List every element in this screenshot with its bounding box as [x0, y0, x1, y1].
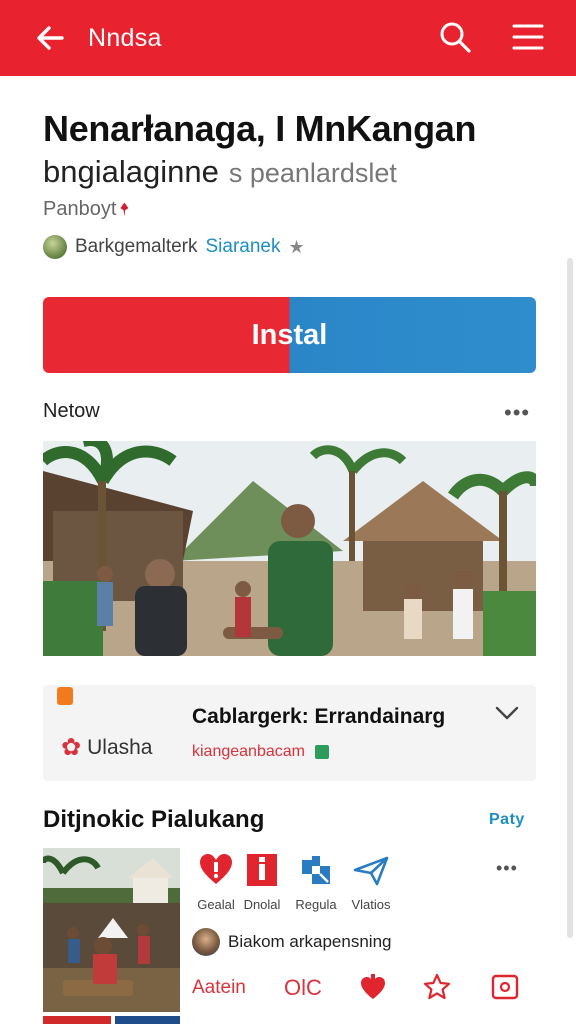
- post-thumbnail[interactable]: [43, 848, 180, 1012]
- download-heart-icon[interactable]: [358, 972, 388, 1002]
- rating-tag[interactable]: Siaranek: [206, 236, 281, 258]
- admin-label[interactable]: Aatein: [192, 977, 246, 999]
- card-title: Cablargerk: Errandainarg: [192, 705, 446, 728]
- chevron-down-icon[interactable]: [495, 705, 519, 721]
- action-rules[interactable]: Regula: [292, 852, 340, 912]
- more-options-icon[interactable]: •••: [504, 400, 530, 426]
- puzzle-icon: [302, 856, 330, 884]
- rating-label: Barkgemalterk: [75, 236, 198, 257]
- verified-icon: [314, 745, 329, 759]
- market-scene-image: [43, 848, 180, 1012]
- app-screenshot[interactable]: [43, 441, 536, 656]
- app-subtitle: bngialaginne s peanlardslet: [43, 154, 397, 190]
- card-brand-label: Ulasha: [87, 735, 153, 759]
- village-scene-image: [43, 441, 536, 656]
- hamburger-menu-icon[interactable]: [512, 22, 544, 52]
- section-link[interactable]: Paty: [489, 811, 525, 829]
- install-button[interactable]: Instal: [43, 297, 536, 373]
- info-card[interactable]: ✿ Ulasha Cablargerk: Errandainarg kiange…: [43, 685, 536, 781]
- rating-row: Barkgemalterk Siaranek ★: [43, 234, 305, 260]
- info-box-icon: [247, 854, 277, 886]
- developer-name: Panboyt: [43, 198, 117, 220]
- developer-link[interactable]: Panboyt: [43, 198, 129, 221]
- card-subtitle: kiangeanbacam: [192, 743, 329, 761]
- action-like[interactable]: Gealal: [192, 852, 240, 912]
- reviewer-avatar: [192, 928, 220, 956]
- star-outline-icon[interactable]: [422, 972, 452, 1002]
- action-share-label: Vlatios: [351, 897, 391, 912]
- subtitle-main: bngialaginne: [43, 154, 219, 189]
- star-icon: ★: [288, 236, 305, 257]
- developer-avatar: [43, 235, 67, 259]
- action-info-label: Dnolal: [243, 897, 281, 912]
- review-text: Biakom arkapensning: [228, 932, 392, 951]
- app-bar: Nndsa: [0, 0, 576, 76]
- review-row[interactable]: Biakom arkapensning: [192, 928, 391, 956]
- engagement-row: Aatein OlC: [192, 972, 532, 1006]
- heart-icon: [200, 854, 232, 884]
- search-icon[interactable]: [438, 20, 472, 54]
- post-actions: Gealal Dnolal Regula Vlatios •••: [192, 852, 532, 912]
- next-thumbnail-right[interactable]: [115, 1016, 180, 1024]
- arrow-back-icon[interactable]: [34, 22, 66, 54]
- developer-badge-icon: [120, 202, 129, 217]
- action-info[interactable]: Dnolal: [238, 852, 286, 912]
- count-label: OlC: [284, 975, 322, 1000]
- subtitle-secondary: s peanlardslet: [228, 158, 397, 188]
- action-like-label: Gealal: [197, 897, 235, 912]
- next-thumbnail-left[interactable]: [43, 1016, 111, 1024]
- scrollbar[interactable]: [567, 258, 573, 938]
- app-title: Nenarłanaga, I MnKangan: [43, 108, 477, 149]
- app-bar-title: Nndsa: [88, 24, 162, 52]
- more-options-icon[interactable]: •••: [496, 858, 518, 879]
- card-brand: ✿ Ulasha: [61, 733, 152, 762]
- notification-icon: [57, 687, 73, 705]
- paper-plane-icon: [353, 856, 389, 886]
- action-rules-label: Regula: [295, 897, 337, 912]
- flower-icon: ✿: [61, 734, 82, 761]
- screenshots-section-title: Netow: [43, 400, 100, 422]
- card-subtitle-text: kiangeanbacam: [192, 743, 305, 760]
- play-box-icon[interactable]: [490, 972, 520, 1002]
- action-share[interactable]: Vlatios: [347, 852, 395, 912]
- section-title: Ditjnokic Pialukang: [43, 806, 265, 833]
